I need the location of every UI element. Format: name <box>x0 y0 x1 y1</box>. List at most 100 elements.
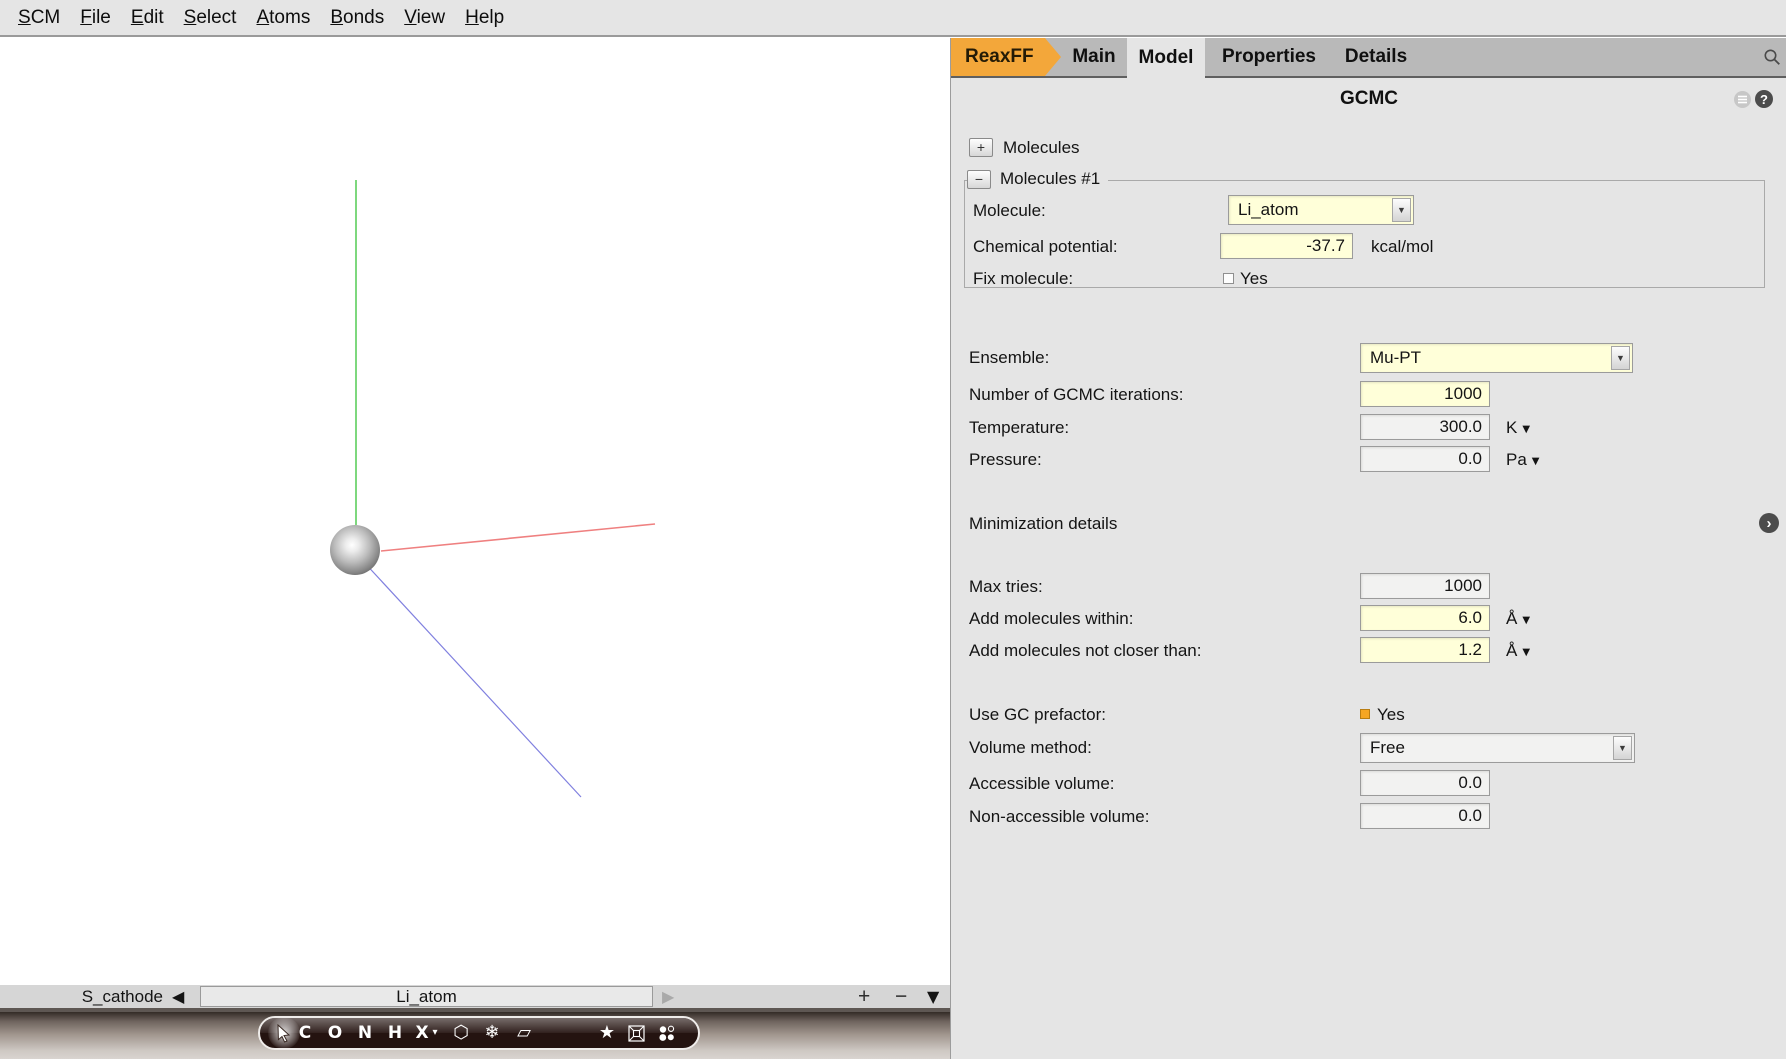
max-tries-input[interactable]: 1000 <box>1360 573 1490 599</box>
tab-properties[interactable]: Properties <box>1209 38 1329 76</box>
add-molecule-button[interactable]: + <box>858 985 870 1008</box>
add-within-unit-value: Å <box>1506 609 1517 629</box>
chemical-potential-unit: kcal/mol <box>1371 237 1433 257</box>
temperature-input[interactable]: 300.0 <box>1360 414 1490 440</box>
menu-select[interactable]: Select <box>174 7 247 29</box>
axis-x-red <box>381 524 655 551</box>
page-title: GCMC <box>951 88 1786 110</box>
tool-oxygen[interactable]: O <box>326 1018 344 1048</box>
molecule-menu-button[interactable]: ▼ <box>927 985 939 1008</box>
molecule-fragments-icon[interactable] <box>658 1025 676 1042</box>
pressure-unit-select[interactable]: Pa ▼ <box>1506 450 1540 470</box>
help-icon[interactable]: ? <box>1755 90 1773 108</box>
menu-view[interactable]: View <box>394 7 455 29</box>
temperature-label: Temperature: <box>969 418 1069 438</box>
tool-hydrogen[interactable]: H <box>386 1018 404 1048</box>
ensemble-label: Ensemble: <box>969 348 1049 368</box>
menu-atoms[interactable]: Atoms <box>246 7 320 29</box>
tab-details[interactable]: Details <box>1339 38 1413 76</box>
fix-molecule-checkbox[interactable] <box>1223 273 1234 284</box>
temperature-unit-value: K <box>1506 418 1517 438</box>
remove-molecule-button[interactable]: − <box>895 985 907 1008</box>
tool-nitrogen[interactable]: N <box>356 1018 374 1048</box>
add-not-closer-unit-arrow-icon: ▼ <box>1522 647 1530 658</box>
gc-prefactor-checkbox[interactable] <box>1360 709 1370 719</box>
menu-help[interactable]: Help <box>455 7 514 29</box>
axis-z-blue <box>362 560 581 797</box>
add-within-input[interactable]: 6.0 <box>1360 605 1490 631</box>
chemical-potential-label: Chemical potential: <box>973 237 1118 257</box>
accessible-volume-label: Accessible volume: <box>969 774 1115 794</box>
menu-bonds[interactable]: Bonds <box>320 7 394 29</box>
settings-panel: ReaxFF Main Model Properties Details GCM… <box>950 38 1786 1059</box>
application-window: SCM File Edit Select Atoms Bonds View He… <box>0 0 1786 1059</box>
minimization-details-link[interactable]: Minimization details <box>969 514 1117 534</box>
add-within-unit-select[interactable]: Å ▼ <box>1506 609 1530 629</box>
pressure-input[interactable]: 0.0 <box>1360 446 1490 472</box>
tab-main[interactable]: Main <box>1063 38 1125 76</box>
minimization-details-chevron-icon[interactable]: › <box>1759 513 1779 533</box>
menu-scm[interactable]: SCM <box>8 7 70 29</box>
ring-tool-icon[interactable]: ⬡ <box>450 1018 472 1048</box>
prev-molecule-button[interactable]: ◀ <box>172 985 184 1008</box>
non-accessible-volume-label: Non-accessible volume: <box>969 807 1149 827</box>
atom-sphere[interactable] <box>330 525 380 575</box>
iterations-label: Number of GCMC iterations: <box>969 385 1183 405</box>
fix-molecule-label: Fix molecule: <box>973 269 1073 289</box>
tab-reaxff[interactable]: ReaxFF <box>951 38 1061 76</box>
panel-menu-icon[interactable] <box>1734 91 1751 108</box>
pressure-label: Pressure: <box>969 450 1042 470</box>
molecule-select-arrow-icon[interactable]: ▼ <box>1392 198 1411 222</box>
iterations-input[interactable]: 1000 <box>1360 381 1490 407</box>
add-not-closer-unit-select[interactable]: Å ▼ <box>1506 641 1530 661</box>
select-cursor-icon[interactable] <box>276 1024 292 1043</box>
fix-molecule-option-label[interactable]: Yes <box>1240 269 1268 289</box>
ensemble-select-value: Mu-PT <box>1370 348 1421 368</box>
menu-file[interactable]: File <box>70 7 121 29</box>
pressure-unit-arrow-icon: ▼ <box>1532 456 1540 467</box>
volume-method-label: Volume method: <box>969 738 1092 758</box>
element-toolbar: C O N H X ▾ ⬡ ❄ ▱ ★ <box>258 1016 700 1050</box>
gc-prefactor-option-label[interactable]: Yes <box>1377 705 1405 725</box>
current-molecule-field[interactable]: Li_atom <box>200 986 653 1007</box>
search-icon[interactable] <box>1763 48 1782 67</box>
plane-tool-icon[interactable]: ▱ <box>512 1018 536 1048</box>
molecule-select[interactable]: Li_atom ▼ <box>1228 195 1414 225</box>
gc-prefactor-label: Use GC prefactor: <box>969 705 1106 725</box>
ensemble-select[interactable]: Mu-PT ▼ <box>1360 343 1633 373</box>
add-not-closer-label: Add molecules not closer than: <box>969 641 1201 661</box>
add-within-unit-arrow-icon: ▼ <box>1522 615 1530 626</box>
tab-model[interactable]: Model <box>1127 38 1205 78</box>
next-molecule-button[interactable]: ▶ <box>662 985 674 1008</box>
molecule-nav-bar: S_cathode ◀ Li_atom ▶ + − ▼ <box>0 985 950 1012</box>
add-molecules-label: Molecules <box>1003 138 1080 158</box>
add-molecules-button[interactable]: + <box>969 138 993 157</box>
molecules-group-title: Molecules #1 <box>1000 169 1100 189</box>
freeze-tool-icon[interactable]: ❄ <box>481 1018 503 1048</box>
menu-edit[interactable]: Edit <box>121 7 174 29</box>
menu-bar: SCM File Edit Select Atoms Bonds View He… <box>0 0 1786 37</box>
ensemble-select-arrow-icon[interactable]: ▼ <box>1611 346 1630 370</box>
temperature-unit-arrow-icon: ▼ <box>1522 424 1530 435</box>
molecule-select-value: Li_atom <box>1238 200 1298 220</box>
star-tool-icon[interactable]: ★ <box>596 1018 618 1048</box>
collapse-group-button[interactable]: − <box>967 170 991 189</box>
tool-carbon[interactable]: C <box>296 1018 314 1048</box>
volume-method-select-value: Free <box>1370 738 1405 758</box>
element-x-dropdown-icon[interactable]: ▾ <box>430 1018 440 1048</box>
cell-tool-icon[interactable] <box>628 1025 645 1042</box>
volume-method-select[interactable]: Free ▼ <box>1360 733 1635 763</box>
accessible-volume-input[interactable]: 0.0 <box>1360 770 1490 796</box>
add-not-closer-input[interactable]: 1.2 <box>1360 637 1490 663</box>
temperature-unit-select[interactable]: K ▼ <box>1506 418 1530 438</box>
max-tries-label: Max tries: <box>969 577 1043 597</box>
tool-element-x[interactable]: X <box>414 1018 430 1048</box>
chemical-potential-input[interactable]: -37.7 <box>1220 233 1353 259</box>
pressure-unit-value: Pa <box>1506 450 1527 470</box>
3d-viewport[interactable] <box>0 38 950 985</box>
add-within-label: Add molecules within: <box>969 609 1133 629</box>
toolbar-band: C O N H X ▾ ⬡ ❄ ▱ ★ <box>0 1012 950 1059</box>
non-accessible-volume-input[interactable]: 0.0 <box>1360 803 1490 829</box>
tab-bar: ReaxFF Main Model Properties Details <box>951 38 1786 78</box>
volume-method-select-arrow-icon[interactable]: ▼ <box>1613 736 1632 760</box>
